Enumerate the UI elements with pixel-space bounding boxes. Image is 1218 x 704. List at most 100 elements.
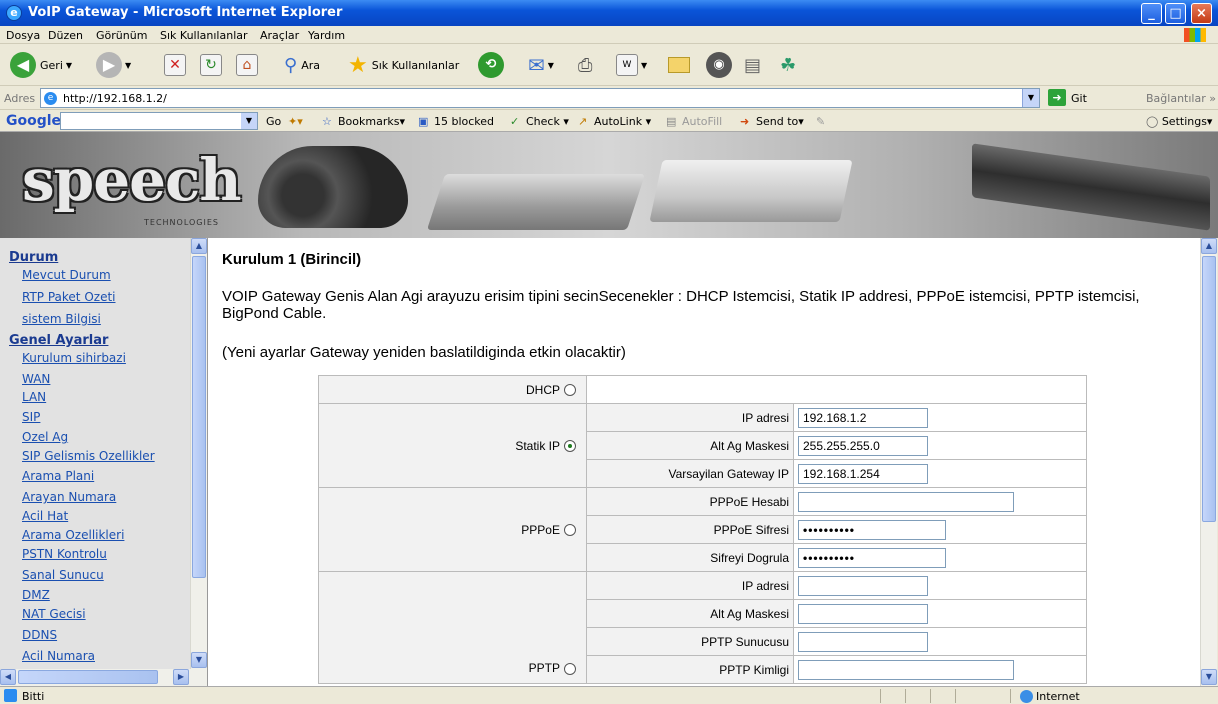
edit-button[interactable]: W ▼ [616,50,647,80]
page-scroll-thumb[interactable] [1202,256,1216,522]
book-icon: ▤ [744,54,762,76]
static-ip-field[interactable]: 192.168.1.2 [798,407,928,428]
google-dropdown-icon[interactable]: ▼ [241,113,257,129]
sidebar-item-setup-wizard[interactable]: Kurulum sihirbazi [22,351,126,365]
static-ip-option: Statik IP [318,403,587,488]
sidebar-item-system-info[interactable]: sistem Bilgisi [22,312,101,326]
research-button[interactable]: ▤ [744,50,761,80]
default-gateway-field[interactable]: 192.168.1.254 [798,463,928,484]
home-button[interactable]: ⌂ [236,50,258,80]
scroll-down-icon[interactable]: ▼ [191,652,207,668]
title-bar: e VoIP Gateway - Microsoft Internet Expl… [0,0,1218,26]
mail-button[interactable]: ✉ ▼ [528,50,554,80]
pptp-mask-field[interactable] [798,603,928,624]
autolink-button[interactable]: AutoLink ▾ [594,115,651,128]
sidebar-item-sip-advanced[interactable]: SIP Gelismis Ozellikler [22,449,155,463]
pptp-radio[interactable] [564,662,576,675]
send-to-button[interactable]: Send to▾ [756,115,804,128]
links-button[interactable]: Bağlantılar » [1146,92,1216,105]
google-search-input[interactable]: ▼ [60,112,258,130]
stop-button[interactable]: ✕ [164,50,186,80]
sidebar-section-general[interactable]: Genel Ayarlar [9,333,108,348]
page-description: VOIP Gateway Genis Alan Agi arayuzu eris… [222,288,1140,322]
pppoe-radio[interactable] [564,524,576,537]
gateway-device-image [972,143,1210,231]
menu-favorites[interactable]: Sık Kullanılanlar [160,29,248,42]
pptp-ip-field[interactable] [798,575,928,596]
scroll-right-icon[interactable]: ▶ [173,669,189,685]
sidebar-item-emergency-line[interactable]: Acil Hat [22,509,68,523]
forward-button[interactable]: ▶ ▼ [96,50,131,80]
sidebar-item-caller-id[interactable]: Arayan Numara [22,490,116,504]
bookmarks-button[interactable]: Bookmarks▾ [338,115,405,128]
pppoe-password-field[interactable]: •••••••••• [798,519,946,540]
sidebar-item-dmz[interactable]: DMZ [22,588,50,602]
scroll-up-icon[interactable]: ▲ [191,238,207,254]
star-icon: ★ [348,52,368,78]
sidebar-item-rtp-summary[interactable]: RTP Paket Ozeti [22,290,116,304]
address-dropdown-icon[interactable]: ▼ [1022,89,1039,107]
pptp-server-field[interactable] [798,631,928,652]
sidebar-item-pstn-control[interactable]: PSTN Kontrolu [22,547,107,561]
status-bar: Bitti Internet [0,686,1218,704]
pppoe-account-field[interactable] [798,491,1014,512]
sidebar-item-ddns[interactable]: DDNS [22,628,57,642]
static-ip-radio[interactable] [564,440,576,453]
sidebar-item-virtual-server[interactable]: Sanal Sunucu [22,568,104,582]
go-button[interactable]: Git [1071,92,1087,105]
refresh-icon: ↻ [200,54,222,76]
mail-icon: ✉ [528,53,545,77]
back-button[interactable]: ◀ Geri ▼ [10,50,72,80]
menu-view[interactable]: Görünüm [96,29,147,42]
autofill-button[interactable]: AutoFill [682,115,722,128]
sidebar-vertical-scrollbar[interactable]: ▲ ▼ [190,238,207,669]
sidebar-item-dial-plan[interactable]: Arama Plani [22,469,94,483]
go-arrow-icon[interactable]: ➜ [1048,89,1066,106]
sidebar-item-emergency-number[interactable]: Acil Numara [22,649,95,663]
sidebar-horizontal-scrollbar[interactable]: ◀ ▶ [0,669,207,686]
msn-button[interactable]: ☘ [780,50,796,80]
popup-blocker-icon: ▣ [418,115,429,128]
sidebar-scroll-thumb[interactable] [192,256,206,578]
sidebar-item-wan[interactable]: WAN [22,372,50,386]
sidebar-item-private-network[interactable]: Ozel Ag [22,430,68,444]
close-button[interactable]: × [1191,3,1212,24]
sidebar-hscroll-thumb[interactable] [18,670,158,684]
autolink-icon: ↗ [578,115,588,128]
pptp-option: PPTP [318,571,587,684]
sidebar-item-nat-traversal[interactable]: NAT Gecisi [22,607,86,621]
google-puzzle-icon[interactable]: ✦▾ [288,115,303,128]
blocked-count[interactable]: 15 blocked [434,115,494,128]
refresh-button[interactable]: ↻ [200,50,222,80]
menu-file[interactable]: Dosya [6,29,40,42]
menu-tools[interactable]: Araçlar [260,29,299,42]
sidebar-item-sip[interactable]: SIP [22,410,40,424]
page-scroll-down-icon[interactable]: ▼ [1201,669,1217,685]
check-button[interactable]: Check ▾ [526,115,569,128]
page-vertical-scrollbar[interactable]: ▲ ▼ [1200,238,1217,686]
page-scroll-up-icon[interactable]: ▲ [1201,238,1217,254]
sidebar-item-lan[interactable]: LAN [22,390,46,404]
sidebar-section-status[interactable]: Durum [9,250,58,265]
history-button[interactable]: ⟲ [478,50,504,80]
scroll-left-icon[interactable]: ◀ [0,669,16,685]
google-toolbar: Google ▼ Go ✦▾ ☆ Bookmarks▾ ▣ 15 blocked… [0,110,1218,132]
maximize-button[interactable]: □ [1165,3,1186,24]
menu-help[interactable]: Yardım [308,29,345,42]
sidebar-item-current-status[interactable]: Mevcut Durum [22,268,111,282]
search-button[interactable]: ⚲ Ara [284,50,320,80]
confirm-password-field[interactable]: •••••••••• [798,547,946,568]
google-go-button[interactable]: Go [266,115,281,128]
print-button[interactable]: ⎙ [578,50,592,80]
dhcp-radio[interactable] [564,384,576,397]
sidebar-item-call-features[interactable]: Arama Ozellikleri [22,528,124,542]
settings-button[interactable]: ◯ Settings▾ [1146,115,1212,128]
pptp-id-field[interactable] [798,659,1014,680]
menu-edit[interactable]: Düzen [48,29,83,42]
messenger-button[interactable]: ◉ [706,50,732,80]
address-input[interactable]: e http://192.168.1.2/ ▼ [40,88,1040,108]
discuss-button[interactable] [668,50,690,80]
minimize-button[interactable]: _ [1141,3,1162,24]
favorites-button[interactable]: ★ Sık Kullanılanlar [348,50,459,80]
subnet-mask-field[interactable]: 255.255.255.0 [798,435,928,456]
